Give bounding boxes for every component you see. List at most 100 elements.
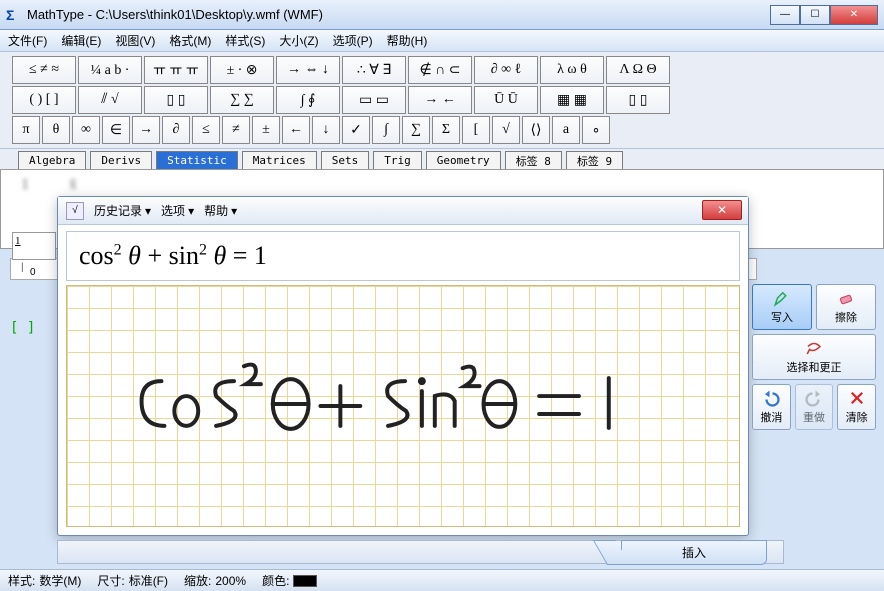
clear-button[interactable]: 清除	[837, 384, 876, 430]
tab-matrices[interactable]: Matrices	[242, 151, 317, 169]
symbol-button[interactable]: → ⇔ ↓	[276, 56, 340, 84]
tab-algebra[interactable]: Algebra	[18, 151, 86, 169]
symbol-small-button[interactable]: Σ	[432, 116, 460, 144]
symbol-button[interactable]: ∉ ∩ ⊂	[408, 56, 472, 84]
menubar: 文件(F) 编辑(E) 视图(V) 格式(M) 样式(S) 大小(Z) 选项(P…	[0, 30, 884, 52]
symbol-small-button[interactable]: ↓	[312, 116, 340, 144]
menu-file[interactable]: 文件(F)	[4, 30, 51, 51]
template-button[interactable]: ▭ ▭	[342, 86, 406, 114]
tab-geometry[interactable]: Geometry	[426, 151, 501, 169]
template-button[interactable]: ▯ ▯	[606, 86, 670, 114]
symbol-toolbars: ≤ ≠ ≈¼ a b ⋅ￗ ￗ ￗ± ⋅ ⊗→ ⇔ ↓∴ ∀ ∃∉ ∩ ⊂∂ ∞…	[0, 52, 884, 149]
window-title: MathType - C:\Users\think01\Desktop\y.wm…	[27, 7, 770, 22]
symbol-small-button[interactable]: ⟨⟩	[522, 116, 550, 144]
symbol-small-button[interactable]: ∫	[372, 116, 400, 144]
symbol-button[interactable]: ∂ ∞ ℓ	[474, 56, 538, 84]
symbol-small-button[interactable]: π	[12, 116, 40, 144]
hw-close-button[interactable]: ✕	[702, 200, 742, 220]
undo-button[interactable]: 撤消	[752, 384, 791, 430]
ruler-zero: 0	[30, 267, 36, 278]
handwriting-strokes	[67, 286, 739, 526]
symbol-small-button[interactable]: →	[132, 116, 160, 144]
chevron-down-icon: ▾	[188, 204, 194, 218]
tab-statistic[interactable]: Statistic	[156, 151, 238, 169]
clear-icon	[848, 389, 866, 407]
left-fraction-box: 1	[12, 232, 56, 260]
insert-bar: 插入	[57, 540, 784, 564]
symbol-row-1: ≤ ≠ ≈¼ a b ⋅ￗ ￗ ￗ± ⋅ ⊗→ ⇔ ↓∴ ∀ ∃∉ ∩ ⊂∂ ∞…	[12, 56, 872, 84]
symbol-button[interactable]: ￗ ￗ ￗ	[144, 56, 208, 84]
tab-derivs[interactable]: Derivs	[90, 151, 152, 169]
template-button[interactable]: ( ) [ ]	[12, 86, 76, 114]
template-button[interactable]: ⫽ √	[78, 86, 142, 114]
redo-icon	[805, 389, 823, 407]
symbol-small-button[interactable]: ≠	[222, 116, 250, 144]
symbol-small-button[interactable]: ←	[282, 116, 310, 144]
symbol-small-button[interactable]: ∘	[582, 116, 610, 144]
color-chip	[293, 575, 317, 587]
write-button[interactable]: 写入	[752, 284, 812, 330]
symbol-button[interactable]: ± ⋅ ⊗	[210, 56, 274, 84]
symbol-small-button[interactable]: √	[492, 116, 520, 144]
symbol-button[interactable]: λ ω θ	[540, 56, 604, 84]
symbol-small-button[interactable]: ±	[252, 116, 280, 144]
menu-style[interactable]: 样式(S)	[221, 30, 269, 51]
status-style[interactable]: 样式: 数学(M)	[8, 572, 81, 589]
status-zoom[interactable]: 缩放: 200%	[184, 572, 246, 589]
menu-view[interactable]: 视图(V)	[111, 30, 159, 51]
symbol-small-button[interactable]: ∑	[402, 116, 430, 144]
symbol-button[interactable]: ¼ a b ⋅	[78, 56, 142, 84]
menu-format[interactable]: 格式(M)	[165, 30, 215, 51]
symbol-small-button[interactable]: ✓	[342, 116, 370, 144]
tab-trig[interactable]: Trig	[373, 151, 422, 169]
tab-sets[interactable]: Sets	[321, 151, 370, 169]
handwriting-side-buttons: 写入 擦除 选择和更正 撤消 重做 清除	[752, 284, 876, 434]
status-size[interactable]: 尺寸: 标准(F)	[97, 572, 168, 589]
app-icon: Σ	[6, 7, 22, 23]
template-button[interactable]: ▦ ▦	[540, 86, 604, 114]
symbol-small-button[interactable]: ∞	[72, 116, 100, 144]
hw-menu-history[interactable]: 历史记录 ▾	[94, 202, 151, 219]
menu-help[interactable]: 帮助(H)	[383, 30, 432, 51]
symbol-button[interactable]: Λ Ω Θ	[606, 56, 670, 84]
menu-edit[interactable]: 编辑(E)	[57, 30, 105, 51]
handwriting-panel: √ 历史记录 ▾ 选项 ▾ 帮助 ▾ ✕ cos2 θ + sin2 θ = 1	[57, 196, 749, 536]
undo-icon	[762, 389, 780, 407]
insert-button[interactable]: 插入	[621, 540, 767, 565]
menu-options[interactable]: 选项(P)	[329, 30, 377, 51]
template-button[interactable]: ▯ ▯	[144, 86, 208, 114]
status-color[interactable]: 颜色:	[262, 572, 317, 589]
tab-标签-9[interactable]: 标签 9	[566, 151, 623, 169]
template-button[interactable]: ∑ ∑	[210, 86, 274, 114]
recognized-text: cos2 θ + sin2 θ = 1	[79, 241, 267, 271]
statusbar: 样式: 数学(M) 尺寸: 标准(F) 缩放: 200% 颜色:	[0, 569, 884, 591]
symbol-small-button[interactable]: ∂	[162, 116, 190, 144]
chevron-down-icon: ▾	[145, 204, 151, 218]
template-button[interactable]: Ū Ū	[474, 86, 538, 114]
symbol-small-button[interactable]: θ	[42, 116, 70, 144]
editor-cursor-bracket: [ ]	[10, 320, 35, 336]
close-button[interactable]: ✕	[830, 5, 878, 25]
symbol-small-button[interactable]: [	[462, 116, 490, 144]
symbol-small-button[interactable]: ≤	[192, 116, 220, 144]
template-button[interactable]: → ←	[408, 86, 472, 114]
window-titlebar: Σ MathType - C:\Users\think01\Desktop\y.…	[0, 0, 884, 30]
symbol-button[interactable]: ≤ ≠ ≈	[12, 56, 76, 84]
redo-button[interactable]: 重做	[795, 384, 834, 430]
symbol-button[interactable]: ∴ ∀ ∃	[342, 56, 406, 84]
minimize-button[interactable]: —	[770, 5, 800, 25]
hw-menu-help[interactable]: 帮助 ▾	[204, 202, 237, 219]
symbol-small-button[interactable]: ∈	[102, 116, 130, 144]
template-tabs: AlgebraDerivsStatisticMatricesSetsTrigGe…	[0, 149, 884, 169]
maximize-button[interactable]: ☐	[800, 5, 830, 25]
hw-menu-options[interactable]: 选项 ▾	[161, 202, 194, 219]
chevron-down-icon: ▾	[231, 204, 237, 218]
select-correct-button[interactable]: 选择和更正	[752, 334, 876, 380]
symbol-small-button[interactable]: a	[552, 116, 580, 144]
symbol-row-2: ( ) [ ]⫽ √▯ ▯∑ ∑∫ ∮▭ ▭→ ←Ū Ū▦ ▦▯ ▯	[12, 86, 872, 114]
erase-button[interactable]: 擦除	[816, 284, 876, 330]
template-button[interactable]: ∫ ∮	[276, 86, 340, 114]
tab-标签-8[interactable]: 标签 8	[505, 151, 562, 169]
handwriting-canvas[interactable]	[66, 285, 740, 527]
menu-size[interactable]: 大小(Z)	[275, 30, 322, 51]
